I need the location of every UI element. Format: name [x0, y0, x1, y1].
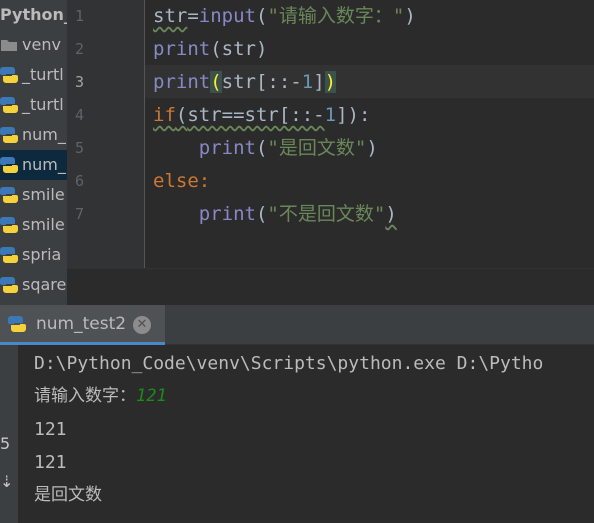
code-editor[interactable]: str=input("请输入数字：") print(str) print(str… [145, 0, 594, 268]
project-item-file[interactable]: spria [0, 240, 67, 270]
code-token: ( [255, 137, 268, 159]
python-icon [8, 316, 26, 332]
project-item-label: num_ [22, 155, 66, 174]
line-number: 1 [75, 7, 85, 25]
code-token: ( [255, 203, 268, 225]
python-file-icon [0, 187, 18, 203]
code-line-7[interactable]: print("不是回文数") [153, 198, 397, 231]
ide-window: Python_ venv _turtl _turtl num_ num_ smi… [0, 0, 594, 523]
code-token: "请输入数字：" [267, 5, 405, 27]
run-tab-label: num_test2 [36, 314, 127, 334]
line-number-current: 3 [75, 73, 85, 91]
console-prompt: 请输入数字： [34, 386, 136, 406]
project-item-label: smile [22, 215, 65, 234]
editor-gutter[interactable]: 1 2 3 4 5 6 7 [67, 0, 145, 268]
code-token: 1 [324, 104, 337, 126]
project-item-file[interactable]: smile [0, 180, 67, 210]
code-token: ) [255, 38, 268, 60]
scroll-to-end-icon[interactable]: ⇣ [0, 473, 14, 491]
project-item-venv[interactable]: venv [0, 30, 67, 60]
code-token: ( [175, 104, 188, 126]
code-line-6[interactable]: else: [153, 165, 210, 198]
close-icon[interactable]: ✕ [133, 316, 151, 334]
python-file-icon [0, 157, 18, 173]
project-item-file[interactable]: smile [0, 210, 67, 240]
project-item-label: _turtl [22, 95, 64, 114]
code-token: print [198, 203, 256, 225]
code-line-5[interactable]: print("是回文数") [153, 132, 378, 165]
console-command-line: D:\Python_Code\venv\Scripts\python.exe D… [34, 353, 544, 374]
run-tab-bar: num_test2 ✕ [0, 305, 594, 345]
code-token: str[::- [221, 71, 302, 93]
python-file-icon [0, 67, 18, 83]
project-item-label: venv [22, 35, 61, 54]
project-panel: Python_ venv _turtl _turtl num_ num_ smi… [0, 0, 67, 305]
matched-paren: ( [210, 71, 222, 93]
code-token: input [198, 5, 256, 27]
code-token: ) [404, 5, 416, 27]
line-number: 4 [75, 106, 85, 124]
project-item-label: sqare [22, 275, 67, 294]
python-file-icon [0, 127, 18, 143]
code-token: ] [313, 71, 325, 93]
code-token: : [198, 170, 211, 192]
code-token: ( [210, 38, 222, 60]
editor-empty-area [67, 268, 594, 306]
code-line-3[interactable]: print(str[::-1]) [153, 66, 337, 99]
code-token: ( [255, 5, 268, 27]
line-number: 5 [75, 139, 85, 157]
project-item-file[interactable]: num_ [0, 120, 67, 150]
code-token: "是回文数" [267, 137, 367, 159]
run-console[interactable]: D:\Python_Code\venv\Scripts\python.exe D… [18, 345, 594, 523]
code-line-4[interactable]: if(str==str[::-1]): [153, 99, 370, 132]
python-file-icon [0, 217, 18, 233]
project-title[interactable]: Python_ [0, 4, 67, 26]
line-number: 2 [75, 40, 85, 58]
code-token: if [153, 104, 176, 126]
code-line-1[interactable]: str=input("请输入数字：") [153, 0, 416, 33]
code-token: print [153, 38, 211, 60]
project-item-file[interactable]: sqare [0, 270, 67, 300]
code-token: ) [366, 137, 378, 159]
project-item-label: num_ [22, 125, 66, 144]
console-user-input: 121 [136, 386, 167, 406]
code-token: = [187, 5, 199, 27]
code-line-2[interactable]: print(str) [153, 33, 267, 66]
code-token: print [198, 137, 256, 159]
python-file-icon [0, 97, 18, 113]
rerun-icon[interactable]: 5 [0, 435, 14, 453]
code-token: str==str[::- [187, 104, 325, 126]
code-token: else [153, 170, 199, 192]
code-token: 1 [301, 71, 314, 93]
code-token: ]): [336, 104, 371, 126]
console-output-line: 121 [34, 419, 67, 440]
console-output-line: 121 [34, 452, 67, 473]
project-item-file[interactable]: _turtl [0, 90, 67, 120]
code-token: "不是回文数" [267, 203, 386, 225]
python-file-icon [0, 277, 18, 293]
project-item-label: spria [22, 245, 62, 264]
project-item-label: smile [22, 185, 65, 204]
code-token: str [221, 38, 256, 60]
line-number: 6 [75, 172, 85, 190]
project-item-label: _turtl [22, 65, 64, 84]
console-output-line: 是回文数 [34, 485, 102, 505]
matched-paren: ) [324, 71, 337, 93]
run-tab-active[interactable]: num_test2 ✕ [0, 305, 165, 345]
folder-icon [1, 40, 17, 51]
code-token: print [153, 71, 211, 93]
line-number: 7 [75, 205, 85, 223]
project-item-file[interactable]: _turtl [0, 60, 67, 90]
console-prompt-line: 请输入数字：121 [34, 380, 167, 413]
project-item-file-selected[interactable]: num_ [0, 150, 67, 180]
code-token: str [153, 5, 188, 27]
python-file-icon [0, 247, 18, 263]
run-toolbar: 5 ⇣ [0, 345, 18, 523]
code-token: ) [385, 203, 397, 225]
